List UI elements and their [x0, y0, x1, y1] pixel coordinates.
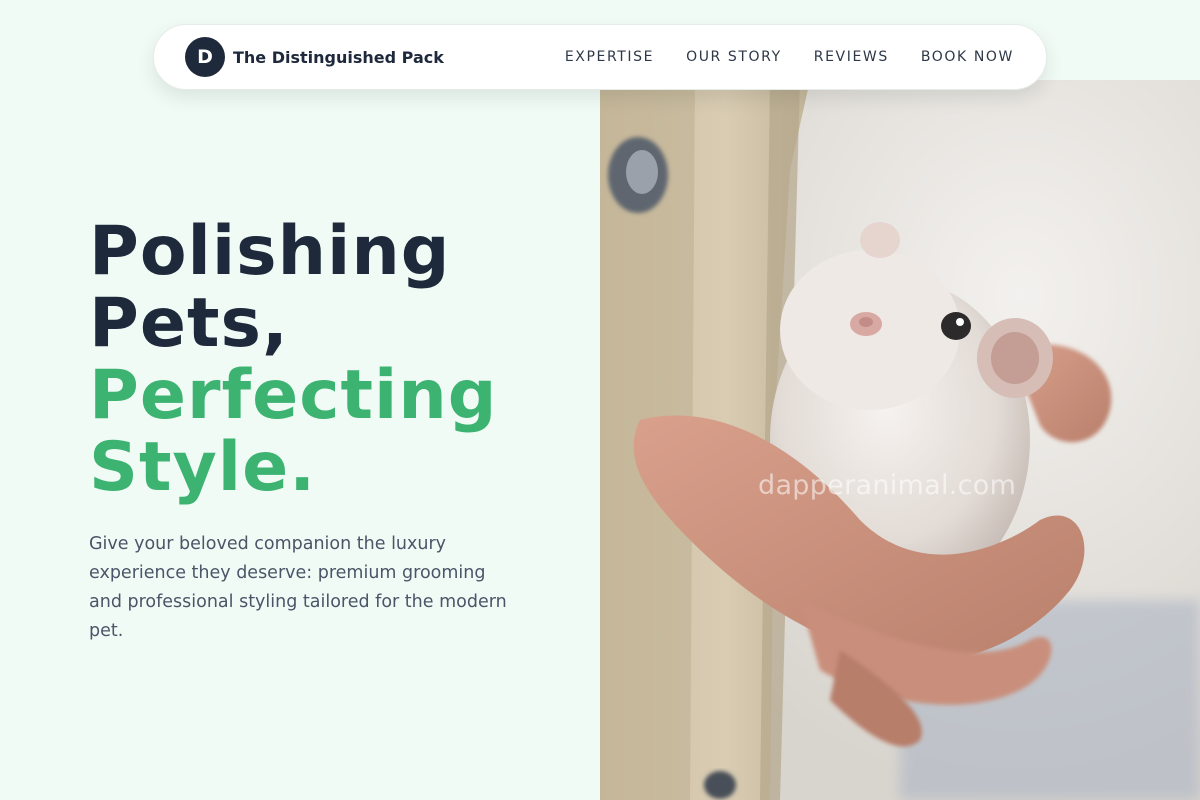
nav-link-book-now[interactable]: BOOK NOW: [921, 49, 1014, 65]
headline-line-1: Polishing: [89, 212, 451, 291]
top-navigation: D The Distinguished Pack EXPERTISE OUR S…: [153, 24, 1047, 90]
nav-link-reviews[interactable]: REVIEWS: [814, 49, 889, 65]
headline-line-3: Perfecting: [89, 356, 498, 435]
hero-image: dapperanimal.com: [600, 80, 1200, 800]
nav-link-our-story[interactable]: OUR STORY: [686, 49, 782, 65]
headline-line-2: Pets,: [89, 284, 289, 363]
headline-line-4: Style.: [89, 428, 317, 507]
hero-headline: Polishing Pets, Perfecting Style.: [89, 216, 497, 504]
nav-links: EXPERTISE OUR STORY REVIEWS BOOK NOW: [565, 49, 1014, 65]
nav-link-expertise[interactable]: EXPERTISE: [565, 49, 654, 65]
brand-logo: D: [185, 37, 225, 77]
hamster-photo-illustration: [600, 80, 1200, 800]
brand-name: The Distinguished Pack: [233, 47, 444, 67]
image-watermark: dapperanimal.com: [758, 470, 1017, 501]
brand[interactable]: D The Distinguished Pack: [185, 37, 444, 77]
hero-subtext: Give your beloved companion the luxury e…: [89, 534, 507, 641]
